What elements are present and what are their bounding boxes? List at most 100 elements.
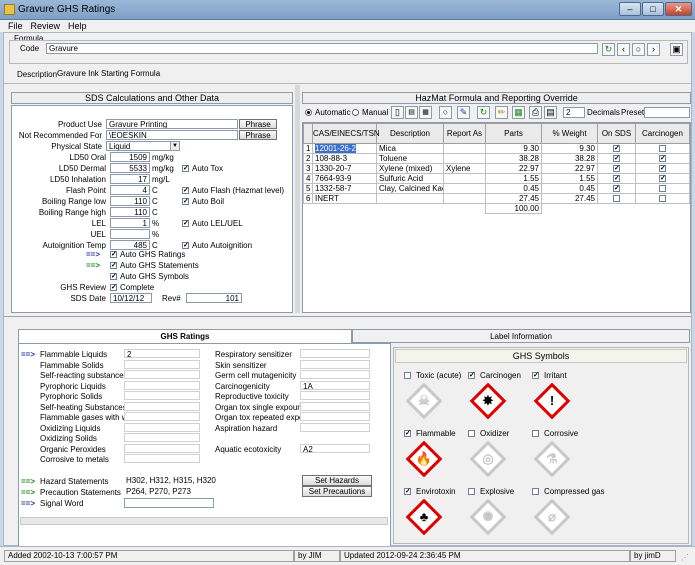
grid-icon[interactable]: ▦ (512, 106, 525, 119)
sds-field-input[interactable]: 1509 (110, 152, 150, 162)
table-row[interactable]: 2 108-88-3 Toluene 38.28 38.28 ✓ ✓ (303, 153, 690, 164)
sds-field-input[interactable]: 17 (110, 174, 150, 184)
sds-field-input[interactable]: 110 (110, 196, 150, 206)
close-button[interactable]: ✕ (665, 2, 692, 16)
report-as-cell[interactable]: Xylene (443, 163, 486, 174)
parts-cell[interactable]: 0.45 (485, 183, 542, 194)
on-sds-cell[interactable]: ✓ (597, 183, 636, 194)
rating-input[interactable] (124, 454, 200, 463)
maximize-button[interactable]: □ (642, 2, 664, 16)
carcinogen-header[interactable]: Carcinogen (635, 123, 690, 144)
sds-field-input[interactable]: 110 (110, 207, 150, 217)
carcinogen-cell[interactable] (635, 193, 690, 204)
rating-input[interactable] (300, 359, 370, 369)
checkbox[interactable]: ✓ (613, 185, 620, 192)
menu-review[interactable]: Review (31, 20, 61, 32)
menu-help[interactable]: Help (68, 20, 87, 32)
checkbox[interactable]: ✓ (613, 145, 620, 152)
print-icon[interactable]: ⎙ (529, 106, 542, 119)
not-recommended-phrase-button[interactable]: Phrase (239, 130, 277, 140)
carcinogen-cell[interactable] (635, 183, 690, 194)
symbol-checkbox[interactable] (532, 430, 539, 437)
rating-input[interactable] (124, 370, 200, 379)
complete-checkbox[interactable]: ✓ (110, 284, 117, 291)
auto-checkbox[interactable]: ✓ (182, 220, 189, 227)
report-as-cell[interactable] (443, 193, 486, 204)
cas-value[interactable]: 12001-26-2 (315, 144, 356, 153)
cas-value[interactable]: 1330-20-7 (315, 165, 351, 173)
rating-input[interactable]: A2 (300, 443, 370, 453)
new-row-icon[interactable]: ▯ (391, 106, 404, 119)
table-row[interactable]: 5 1332-58-7 Clay, Calcined Kaolin 0.45 0… (303, 183, 690, 194)
manual-radio[interactable] (352, 109, 359, 116)
preset-input[interactable] (644, 107, 690, 118)
product-use-input[interactable]: Gravure Printing (106, 119, 238, 129)
auto-checkbox[interactable]: ✓ (182, 198, 189, 205)
rating-input[interactable] (300, 401, 370, 411)
refresh-icon[interactable]: ↻ (602, 43, 615, 56)
sds-field-input[interactable]: 5533 (110, 163, 150, 173)
auto-ghs-ratings-checkbox[interactable]: ✓ (110, 251, 117, 258)
minimize-button[interactable]: – (619, 2, 641, 16)
parts-cell[interactable]: 38.28 (485, 153, 542, 164)
checkbox[interactable]: ✓ (613, 165, 620, 172)
report-as-cell[interactable] (443, 183, 486, 194)
auto-checkbox[interactable]: ✓ (182, 187, 189, 194)
auto-ghs-statements-checkbox[interactable]: ✓ (110, 262, 117, 269)
resize-grip-icon[interactable]: ⋰ (681, 553, 689, 562)
search-icon[interactable]: ○ (439, 106, 452, 119)
on-sds-header[interactable]: On SDS (597, 123, 636, 144)
menu-file[interactable]: File (8, 20, 23, 32)
rating-input[interactable] (124, 412, 200, 421)
cas-value[interactable]: INERT (315, 195, 339, 203)
rating-input[interactable] (124, 391, 200, 400)
symbol-checkbox[interactable] (468, 488, 475, 495)
rating-input[interactable] (124, 359, 200, 369)
rating-input[interactable] (124, 380, 200, 390)
weight-cell[interactable]: 22.97 (541, 163, 598, 174)
rating-input[interactable]: 1A (300, 380, 370, 390)
tab-ghs-ratings[interactable]: GHS Ratings (18, 329, 352, 343)
weight-cell[interactable]: 38.28 (541, 153, 598, 164)
set-precautions-button[interactable]: Set Precautions (302, 486, 372, 497)
chevron-down-icon[interactable]: ▼ (170, 141, 180, 151)
tab-label-information[interactable]: Label Information (352, 329, 690, 343)
sds-field-input[interactable]: 485 (110, 240, 150, 250)
rating-input[interactable] (300, 422, 370, 432)
code-input[interactable]: Gravure (46, 43, 598, 54)
cas-value[interactable]: 1332-58-7 (315, 185, 351, 193)
rating-input[interactable] (300, 412, 370, 421)
preview-icon[interactable]: ▤ (544, 106, 557, 119)
on-sds-cell[interactable] (597, 193, 636, 204)
symbol-checkbox[interactable] (468, 430, 475, 437)
weight-cell[interactable]: 0.45 (541, 183, 598, 194)
symbol-checkbox[interactable]: ✓ (468, 372, 475, 379)
auto-checkbox[interactable]: ✓ (182, 242, 189, 249)
sds-field-input[interactable]: 1 (110, 218, 150, 228)
carcinogen-cell[interactable]: ✓ (635, 173, 690, 184)
insert-row-icon[interactable]: ▤ (405, 106, 418, 119)
sds-field-input[interactable]: 4 (110, 185, 150, 195)
table-row[interactable]: 3 1330-20-7 Xylene (mixed) Xylene 22.97 … (303, 163, 690, 174)
carcinogen-cell[interactable]: ✓ (635, 163, 690, 174)
parts-cell[interactable]: 9.30 (485, 143, 542, 154)
checkbox[interactable] (659, 185, 666, 192)
sds-date-input[interactable]: 10/12/12 (110, 293, 152, 303)
sds-field-input[interactable] (110, 229, 150, 239)
rating-input[interactable] (300, 349, 370, 358)
parts-cell[interactable]: 1.55 (485, 173, 542, 184)
carcinogen-cell[interactable]: ✓ (635, 153, 690, 164)
checkbox[interactable]: ✓ (613, 155, 620, 162)
checkbox[interactable] (659, 145, 666, 152)
description-input[interactable]: Gravure Ink Starting Formula (55, 69, 688, 80)
weight-cell[interactable]: 9.30 (541, 143, 598, 154)
on-sds-cell[interactable]: ✓ (597, 173, 636, 184)
report-as-cell[interactable] (443, 143, 486, 154)
rating-input[interactable] (300, 370, 370, 379)
forward-icon[interactable]: › (647, 43, 660, 56)
precaution-statements-input[interactable]: P264, P270, P273 (124, 487, 300, 497)
checkbox[interactable] (659, 195, 666, 202)
tools-icon[interactable]: ✎ (457, 106, 470, 119)
weight-header[interactable]: % Weight (541, 123, 598, 144)
physical-state-select[interactable]: Liquid (106, 141, 180, 151)
